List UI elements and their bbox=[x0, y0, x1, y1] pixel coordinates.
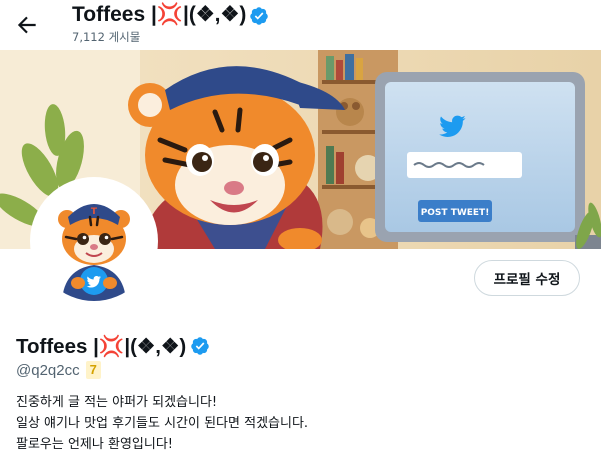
edit-profile-button[interactable]: 프로필 수정 bbox=[474, 260, 580, 296]
avatar[interactable]: T bbox=[34, 181, 154, 301]
avatar-ring[interactable]: T bbox=[30, 177, 158, 305]
top-bar: Toffees |💢|(❖,❖) 7,112 게시물 bbox=[0, 0, 601, 50]
profile-display-name: Toffees |💢|(❖,❖) bbox=[16, 335, 187, 358]
profile-name-row: Toffees |💢|(❖,❖) bbox=[16, 334, 243, 359]
handle-row: @q2q2cc 7 bbox=[16, 361, 101, 379]
profile-bio: 진중하게 글 적는 야퍼가 되겠습니다! 일상 얘기나 맛업 후기들도 시간이 … bbox=[16, 392, 308, 455]
profile-handle: @q2q2cc bbox=[16, 361, 80, 379]
post-count: 7,112 게시물 bbox=[72, 30, 141, 44]
arrow-left-icon[interactable] bbox=[14, 12, 40, 38]
bio-line: 팔로우는 언제나 환영입니다! bbox=[16, 437, 173, 452]
verified-badge-icon[interactable] bbox=[190, 336, 210, 356]
verified-badge-icon-header bbox=[221, 334, 243, 356]
header-verified-badge-icon bbox=[250, 7, 268, 25]
affiliate-badge[interactable]: 7 bbox=[85, 361, 101, 379]
svg-text:T: T bbox=[91, 207, 98, 217]
bio-line: 일상 얘기나 맛업 후기들도 시간이 된다면 적겠습니다. bbox=[16, 416, 309, 431]
avatar-tiger-image: T bbox=[34, 181, 154, 301]
post-tweet-button: POST TWEET! bbox=[421, 208, 490, 218]
bio-line: 진중하게 글 적는 야퍼가 되겠습니다! bbox=[16, 395, 218, 410]
header-display-name: Toffees |💢|(❖,❖) bbox=[72, 3, 247, 26]
